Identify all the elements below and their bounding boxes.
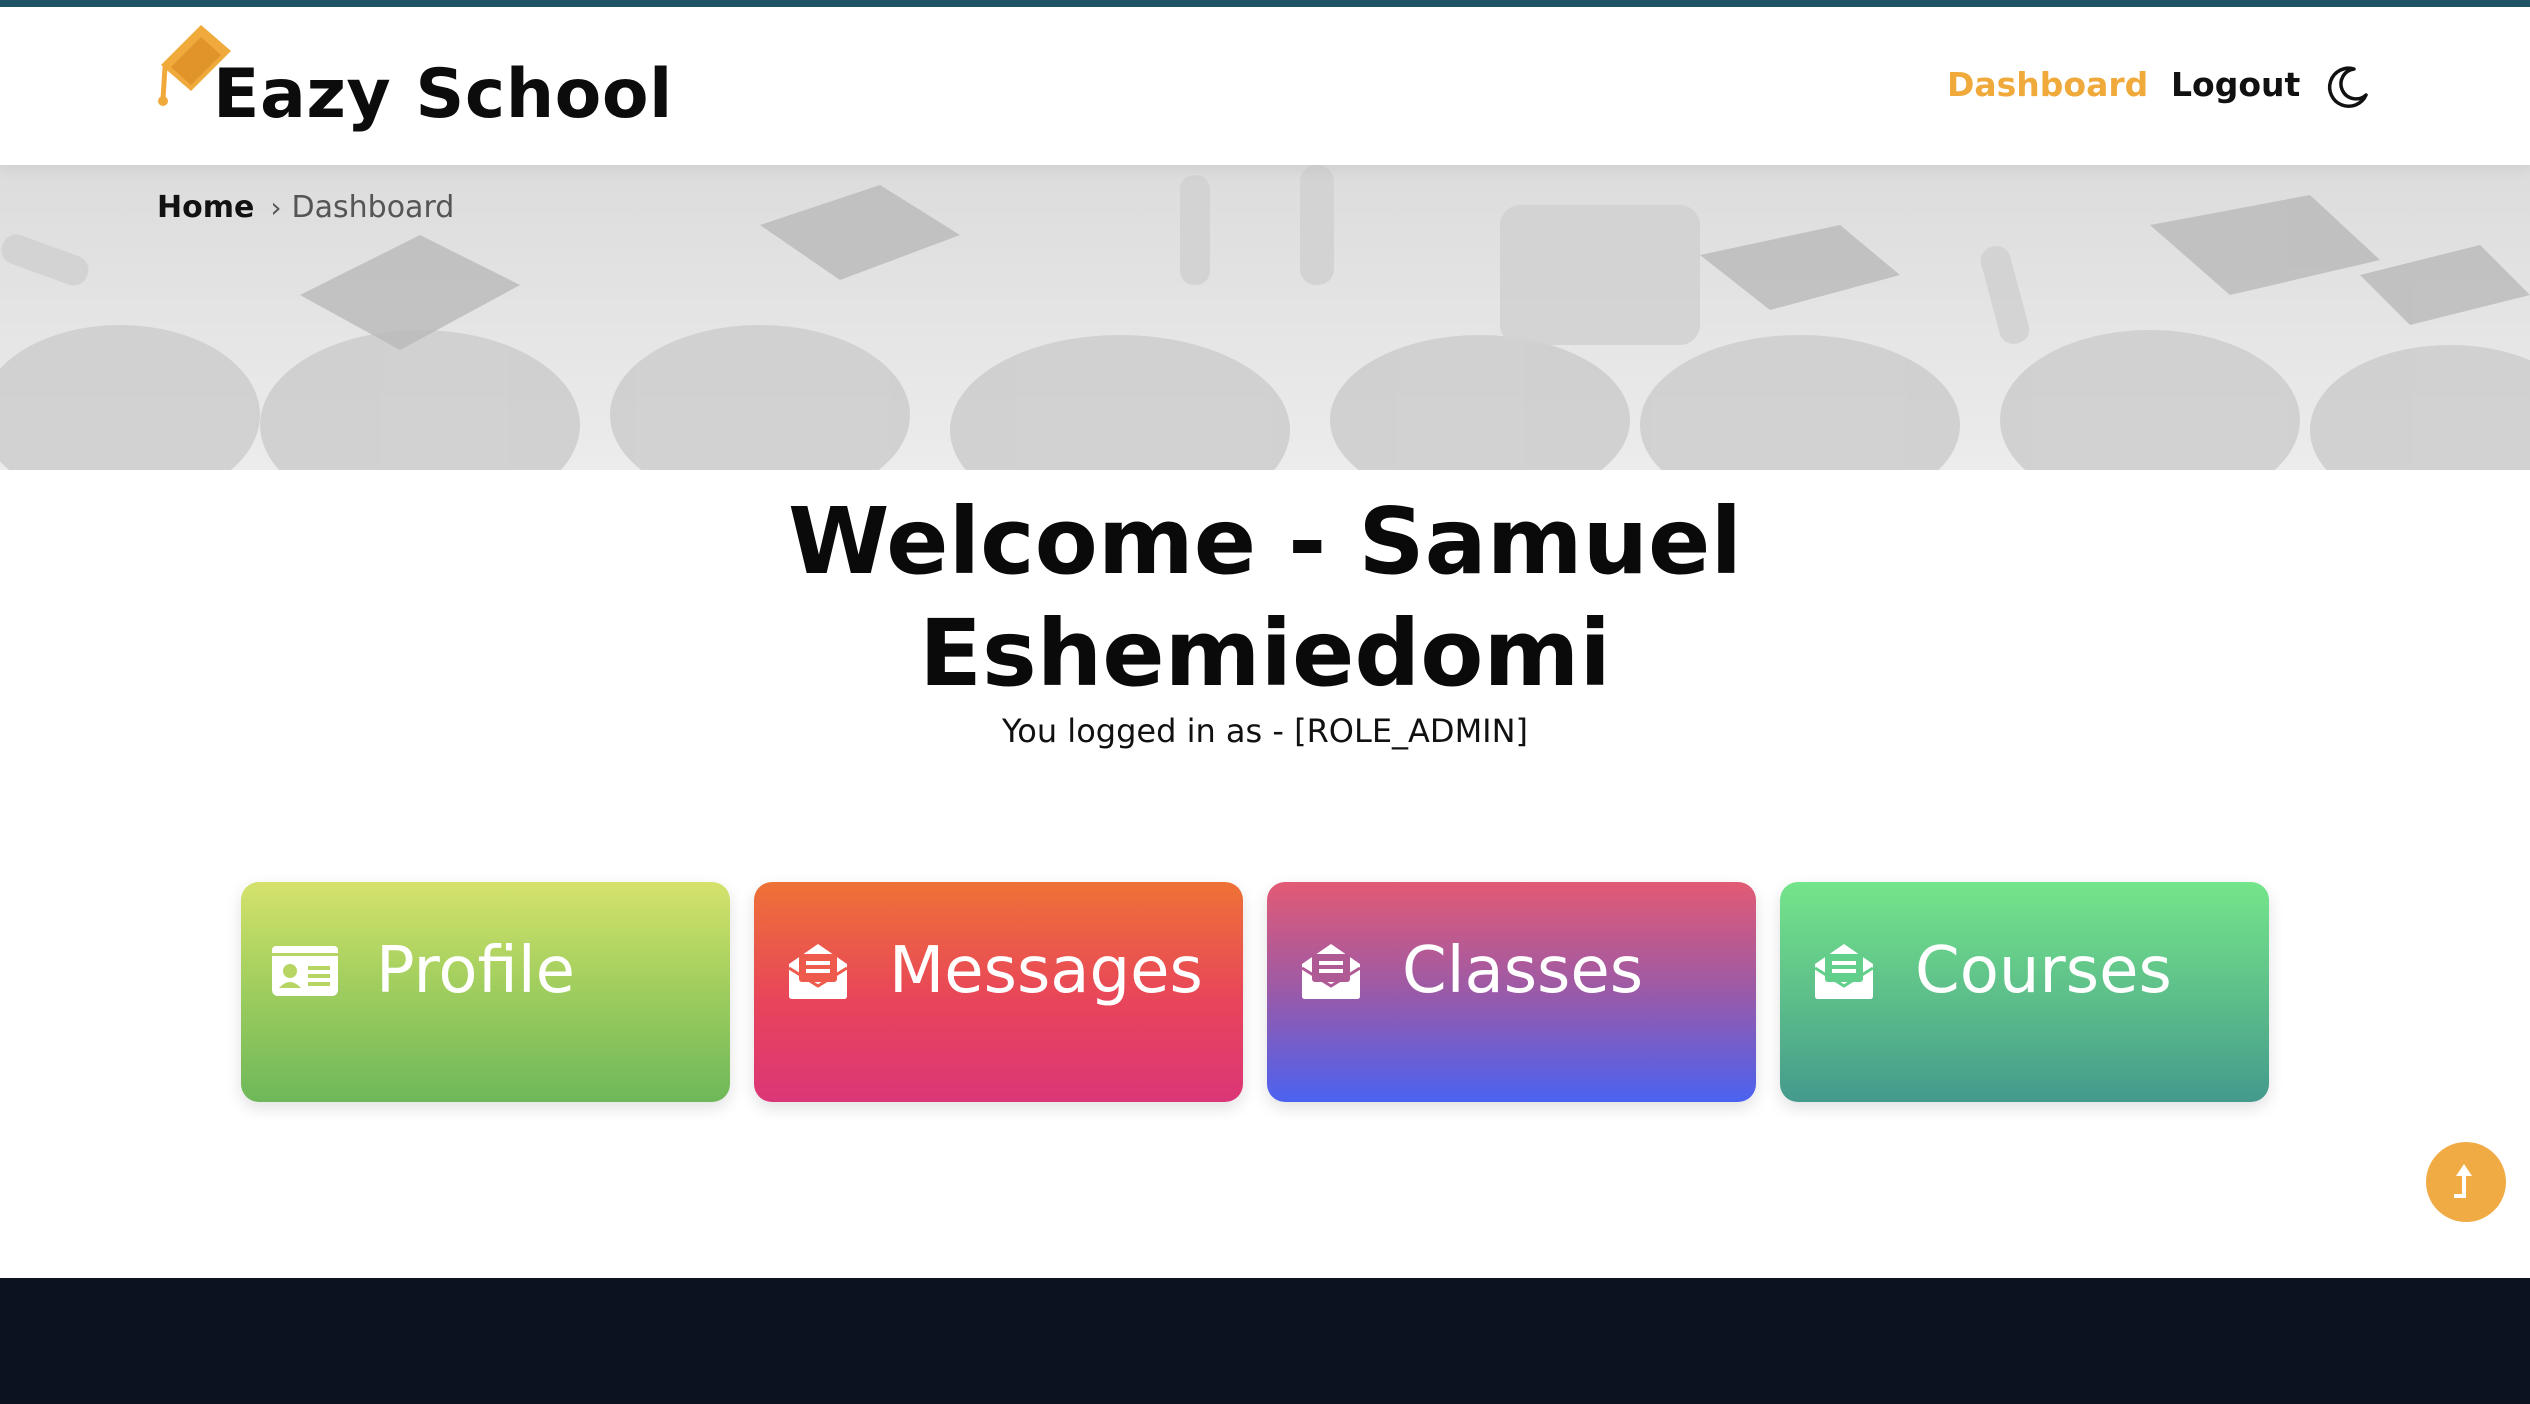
moon-icon[interactable] <box>2324 63 2372 111</box>
nav-dashboard-link[interactable]: Dashboard <box>1947 65 2148 104</box>
nav-logout-link[interactable]: Logout <box>2171 65 2300 104</box>
arrow-up-icon <box>2454 1164 2472 1198</box>
messages-card-label: Messages <box>889 934 1203 1008</box>
messages-card[interactable]: Messages <box>754 882 1243 1102</box>
profile-card-label: Profile <box>376 934 575 1008</box>
courses-card[interactable]: Courses <box>1780 882 2269 1102</box>
site-header: Eazy School Dashboard Logout <box>0 7 2530 165</box>
envelope-open-icon <box>788 944 848 999</box>
welcome-line-2: Eshemiedomi <box>919 600 1611 707</box>
top-accent-strip <box>0 0 2530 7</box>
site-footer <box>0 1278 2530 1404</box>
breadcrumb-separator-icon: › <box>270 191 282 224</box>
profile-card[interactable]: Profile <box>241 882 730 1102</box>
courses-card-label: Courses <box>1915 934 2172 1008</box>
role-text: You logged in as - [ROLE_ADMIN] <box>1001 712 1529 750</box>
brand-name: Eazy School <box>213 55 673 134</box>
scroll-to-top-button[interactable] <box>2426 1142 2506 1222</box>
breadcrumb-home-link[interactable]: Home <box>157 190 254 225</box>
hero-banner: Home › Dashboard <box>0 165 2530 470</box>
brand-logo[interactable]: Eazy School <box>157 17 672 137</box>
breadcrumb: Home › Dashboard <box>157 190 454 225</box>
envelope-open-icon <box>1814 944 1874 999</box>
welcome-heading: Welcome - Samuel Eshemiedomi <box>765 486 1765 710</box>
breadcrumb-current: Dashboard <box>291 190 455 225</box>
id-card-icon <box>272 946 338 996</box>
welcome-line-1: Welcome - Samuel <box>787 488 1742 595</box>
classes-card-label: Classes <box>1402 934 1644 1008</box>
page: Eazy School Dashboard Logout Home › Dash… <box>0 0 2530 1404</box>
classes-card[interactable]: Classes <box>1267 882 1756 1102</box>
envelope-open-icon <box>1301 944 1361 999</box>
